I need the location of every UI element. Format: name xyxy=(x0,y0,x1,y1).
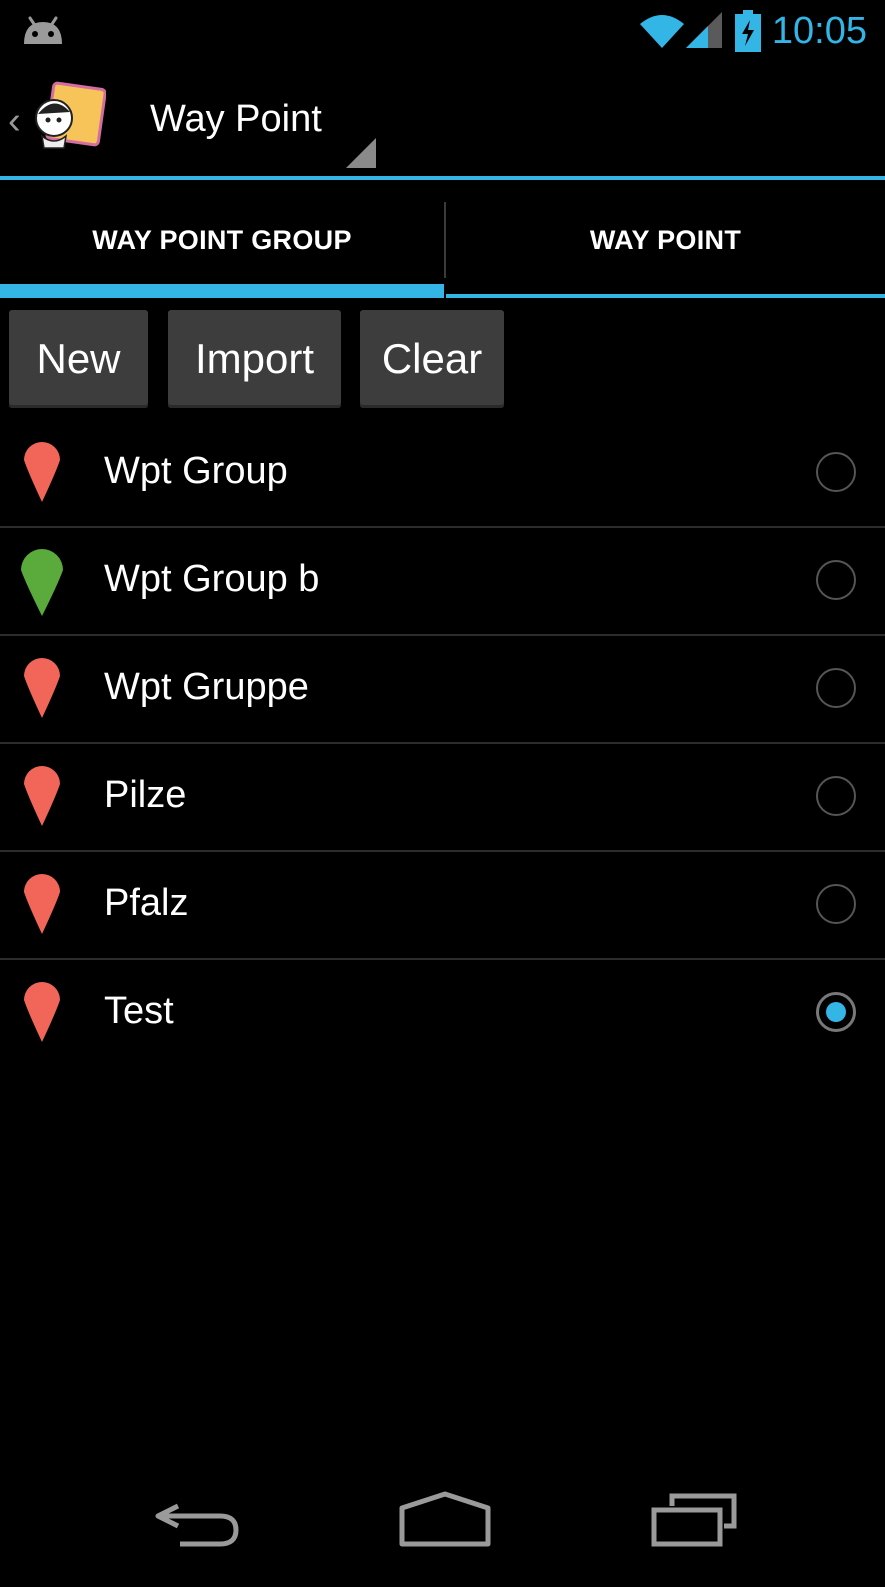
import-button[interactable]: Import xyxy=(168,310,341,408)
status-bar: 10:05 xyxy=(0,0,885,62)
clear-button[interactable]: Clear xyxy=(360,310,504,408)
map-pin-icon xyxy=(24,441,60,502)
back-icon[interactable] xyxy=(150,1492,244,1552)
page-title: Way Point xyxy=(150,98,322,140)
tab-label: WAY POINT GROUP xyxy=(92,224,352,255)
list-item[interactable]: Test xyxy=(0,960,885,1068)
group-name: Test xyxy=(104,990,174,1032)
group-name: Pilze xyxy=(104,774,187,816)
list-item[interactable]: Wpt Group xyxy=(0,420,885,528)
group-radio-button[interactable] xyxy=(816,776,856,816)
group-radio-button[interactable] xyxy=(816,560,856,600)
spinner-corner-icon xyxy=(346,138,376,168)
list-item[interactable]: Wpt Group b xyxy=(0,528,885,636)
group-radio-button[interactable] xyxy=(816,992,856,1032)
action-bar: ‹ Way Point xyxy=(0,62,885,176)
waypoint-group-list: Wpt Group Wpt Group b Wpt Gruppe Pilze P… xyxy=(0,420,885,1068)
list-item[interactable]: Pilze xyxy=(0,744,885,852)
system-nav-bar xyxy=(0,1470,885,1587)
battery-charging-icon xyxy=(735,10,761,52)
map-pin-icon xyxy=(20,548,63,616)
tab-label: WAY POINT xyxy=(589,224,742,255)
group-radio-button[interactable] xyxy=(816,452,856,492)
list-item[interactable]: Pfalz xyxy=(0,852,885,960)
group-name: Pfalz xyxy=(104,882,189,924)
app-logo-icon[interactable] xyxy=(28,80,106,152)
navigation-spinner[interactable]: Way Point xyxy=(140,62,380,176)
group-name: Wpt Gruppe xyxy=(104,666,309,708)
recent-apps-icon[interactable] xyxy=(650,1492,744,1552)
home-icon[interactable] xyxy=(398,1490,492,1550)
map-pin-icon xyxy=(24,657,60,718)
up-caret-icon[interactable]: ‹ xyxy=(8,100,21,143)
clock: 10:05 xyxy=(771,10,867,52)
signal-icon xyxy=(686,12,722,48)
map-pin-icon xyxy=(24,765,60,826)
group-radio-button[interactable] xyxy=(816,884,856,924)
new-button[interactable]: New xyxy=(9,310,148,408)
tab-way-point[interactable]: WAY POINT xyxy=(446,180,885,300)
map-pin-icon xyxy=(24,873,60,934)
tab-way-point-group[interactable]: WAY POINT GROUP xyxy=(0,180,444,300)
group-name: Wpt Group xyxy=(104,450,288,492)
selected-tab-indicator xyxy=(0,284,444,298)
tab-bar: WAY POINT GROUP WAY POINT xyxy=(0,180,885,300)
group-radio-button[interactable] xyxy=(816,668,856,708)
group-name: Wpt Group b xyxy=(104,558,320,600)
wifi-icon xyxy=(640,15,684,48)
list-item[interactable]: Wpt Gruppe xyxy=(0,636,885,744)
android-icon xyxy=(24,16,62,44)
map-pin-icon xyxy=(24,981,60,1042)
tab-underline xyxy=(446,294,885,298)
